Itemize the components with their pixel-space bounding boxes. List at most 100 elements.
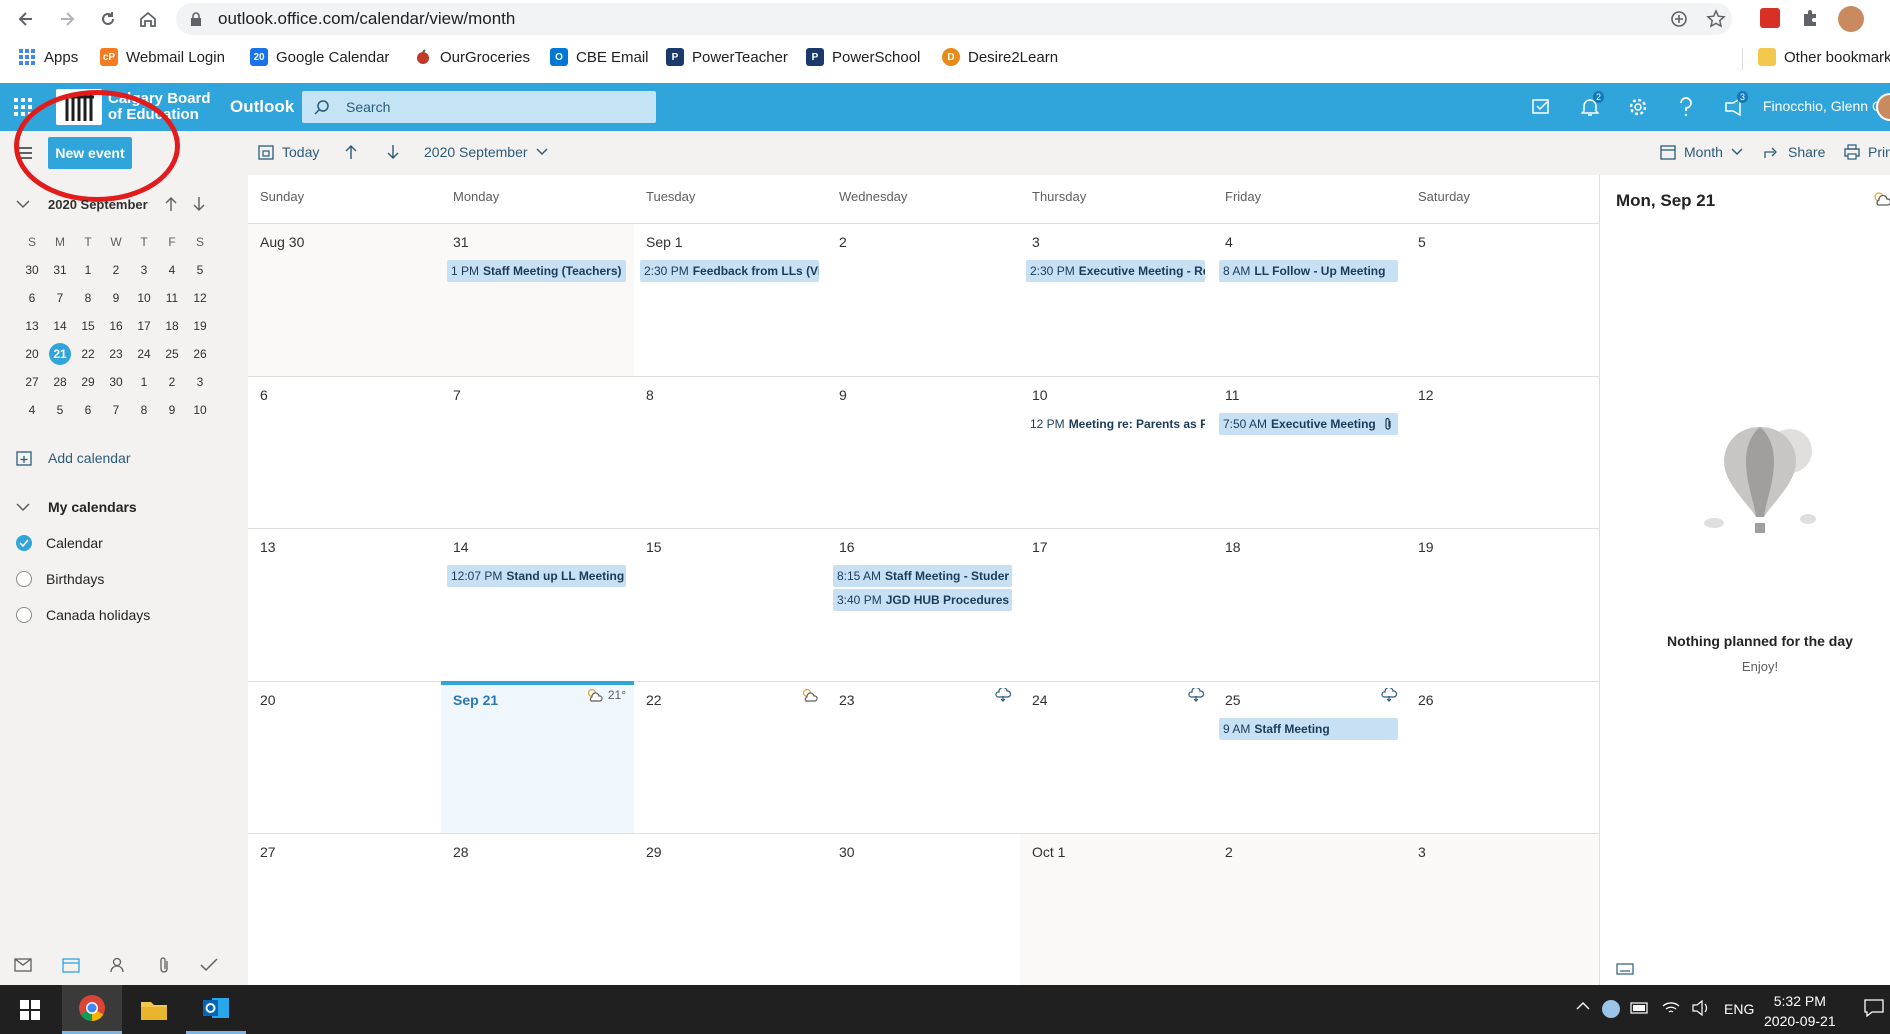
weather-indicator[interactable]: 21° <box>586 688 626 702</box>
day-cell[interactable]: 23 <box>827 681 1020 834</box>
day-cell[interactable]: 22 <box>634 681 827 834</box>
day-cell[interactable]: 29 <box>634 834 827 987</box>
wifi-icon[interactable] <box>1662 1000 1680 1016</box>
windows-start-icon[interactable] <box>0 985 60 1034</box>
checked-circle-icon[interactable] <box>16 535 32 551</box>
taskbar-clock[interactable]: 5:32 PM 2020-09-21 <box>1764 991 1836 1031</box>
address-bar[interactable]: outlook.office.com/calendar/view/month <box>176 3 1732 35</box>
calendar-event[interactable]: 3:40 PM JGD HUB Procedures f <box>833 589 1012 611</box>
steam-icon[interactable] <box>1602 1000 1620 1018</box>
mini-day[interactable]: 14 <box>46 319 74 333</box>
day-cell[interactable]: Sep 1 2:30 PM Feedback from LLs (Vir <box>634 224 827 377</box>
calendar-event[interactable]: 9 AM Staff Meeting <box>1219 717 1398 740</box>
mini-day[interactable]: 1 <box>74 263 102 277</box>
mini-day[interactable]: 7 <box>46 291 74 305</box>
mini-day[interactable]: 30 <box>18 263 46 277</box>
mini-day[interactable]: 15 <box>74 319 102 333</box>
new-event-button[interactable]: New event <box>48 137 132 169</box>
day-cell[interactable]: Aug 30 <box>248 224 441 377</box>
bookmark-apps[interactable]: Apps <box>18 48 78 66</box>
bookmark-google-calendar[interactable]: 20 Google Calendar <box>250 48 389 66</box>
chrome-icon[interactable] <box>62 985 122 1034</box>
previous-arrow-icon[interactable] <box>344 144 358 160</box>
day-cell[interactable]: 31 1 PM Staff Meeting (Teachers) <box>441 224 634 377</box>
mini-day[interactable]: 7 <box>102 403 130 417</box>
mini-month-title[interactable]: 2020 September <box>48 197 148 212</box>
calendar-event[interactable]: 12:07 PM Stand up LL Meeting <box>447 565 626 587</box>
weather-indicator[interactable] <box>801 688 819 702</box>
collapse-chevron-icon[interactable] <box>16 199 30 209</box>
bookmark-other[interactable]: Other bookmarks <box>1758 48 1890 66</box>
mini-day[interactable]: 28 <box>46 375 74 389</box>
day-cell[interactable]: 6 <box>248 376 441 529</box>
mini-day[interactable]: 9 <box>158 403 186 417</box>
day-cell[interactable]: 30 <box>827 834 1020 987</box>
attachment-icon[interactable] <box>158 956 170 974</box>
add-bookmark-icon[interactable] <box>1670 10 1688 28</box>
mini-day[interactable]: 4 <box>18 403 46 417</box>
forward-icon[interactable] <box>55 7 79 31</box>
day-cell[interactable]: 3 2:30 PM Executive Meeting - Re <box>1020 224 1213 377</box>
volume-icon[interactable] <box>1692 1000 1710 1016</box>
puzzle-icon[interactable] <box>1800 8 1820 28</box>
day-cell[interactable]: Oct 1 <box>1020 834 1213 987</box>
mini-day[interactable]: 18 <box>158 319 186 333</box>
calendar-event[interactable]: 2:30 PM Feedback from LLs (Vir <box>640 260 819 282</box>
calendar-event[interactable]: 12 PM Meeting re: Parents as P <box>1026 413 1205 435</box>
mini-day[interactable]: 4 <box>158 263 186 277</box>
day-cell[interactable]: 24 <box>1020 681 1213 834</box>
battery-icon[interactable] <box>1630 1002 1650 1014</box>
mini-day[interactable]: 6 <box>18 291 46 305</box>
mini-day-today[interactable]: 21 <box>46 343 74 365</box>
language-indicator[interactable]: ENG <box>1724 1001 1754 1017</box>
gear-icon[interactable] <box>1626 95 1650 119</box>
day-cell[interactable]: 2 <box>827 224 1020 377</box>
people-icon[interactable] <box>110 957 128 973</box>
calendar-icon[interactable] <box>62 957 80 973</box>
bookmark-webmail[interactable]: cP Webmail Login <box>100 48 225 66</box>
day-cell[interactable]: 7 <box>441 376 634 529</box>
mini-day[interactable]: 30 <box>102 375 130 389</box>
calendar-event[interactable]: 8:15 AM Staff Meeting - Studer <box>833 565 1012 587</box>
outlook-app-icon[interactable] <box>186 985 246 1034</box>
day-cell[interactable]: 11 7:50 AM Executive Meeting <box>1213 376 1406 529</box>
mini-day[interactable]: 23 <box>102 347 130 361</box>
mini-day[interactable]: 1 <box>130 375 158 389</box>
mini-day[interactable]: 6 <box>74 403 102 417</box>
bookmark-powerteacher[interactable]: P PowerTeacher <box>666 48 788 66</box>
share-button[interactable]: Share <box>1764 144 1825 160</box>
cbe-logo[interactable]: Calgary Board of Education <box>56 87 211 127</box>
day-cell[interactable]: 15 <box>634 529 827 682</box>
mini-day[interactable]: 24 <box>130 347 158 361</box>
home-icon[interactable] <box>136 7 160 31</box>
day-cell[interactable]: 17 <box>1020 529 1213 682</box>
day-cell[interactable]: 12 <box>1406 376 1599 529</box>
mini-day[interactable]: 3 <box>130 263 158 277</box>
mini-day[interactable]: 11 <box>158 291 186 305</box>
app-name[interactable]: Outlook <box>230 97 294 117</box>
mini-day[interactable]: 17 <box>130 319 158 333</box>
weather-indicator[interactable] <box>1380 687 1398 702</box>
month-picker[interactable]: 2020 September <box>424 144 548 160</box>
tray-chevron-icon[interactable] <box>1576 1001 1590 1011</box>
bookmark-cbe-email[interactable]: O CBE Email <box>550 48 649 66</box>
day-cell[interactable]: 20 <box>248 681 441 834</box>
mini-day[interactable]: 12 <box>186 291 214 305</box>
my-calendars-group[interactable]: My calendars <box>16 499 137 515</box>
add-calendar-link[interactable]: Add calendar <box>16 450 131 466</box>
calendar-event[interactable]: 1 PM Staff Meeting (Teachers) <box>447 260 626 282</box>
day-cell[interactable]: 16 8:15 AM Staff Meeting - Studer 3:40 PM JG… <box>827 529 1020 682</box>
day-cell[interactable]: 4 8 AM LL Follow - Up Meeting <box>1213 224 1406 377</box>
keyboard-icon[interactable] <box>1616 963 1634 975</box>
star-icon[interactable] <box>1706 9 1726 29</box>
mini-day[interactable]: 29 <box>74 375 102 389</box>
weather-indicator[interactable] <box>1187 687 1205 702</box>
user-name[interactable]: Finocchio, Glenn O <box>1763 98 1883 114</box>
print-button[interactable]: Print <box>1844 144 1890 160</box>
mini-day[interactable]: 25 <box>158 347 186 361</box>
mini-day[interactable]: 9 <box>102 291 130 305</box>
mini-day[interactable]: 8 <box>130 403 158 417</box>
calendar-event[interactable]: 8 AM LL Follow - Up Meeting <box>1219 260 1398 282</box>
mini-day[interactable]: 20 <box>18 347 46 361</box>
day-cell[interactable]: 2 <box>1213 834 1406 987</box>
